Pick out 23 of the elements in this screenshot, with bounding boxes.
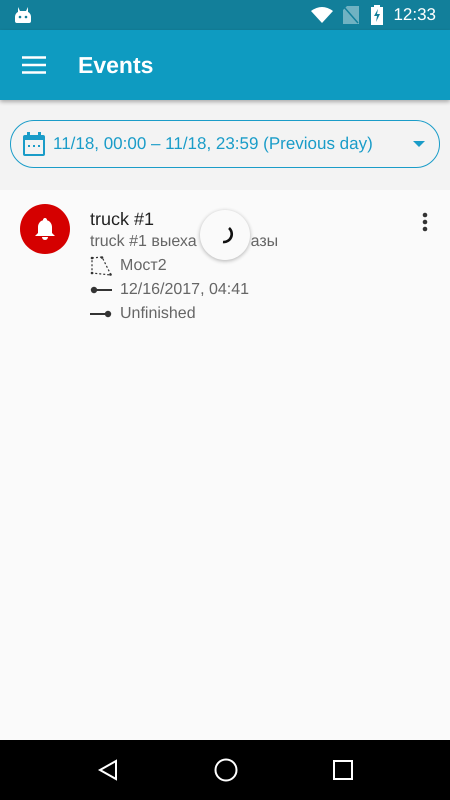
end-point-icon [90,310,112,318]
dropdown-caret-icon [413,141,425,147]
geofence-icon [90,256,112,276]
geofence-name: Мост2 [120,257,167,275]
recents-button[interactable] [332,760,353,780]
event-description: truck #1 выеха [90,233,197,251]
home-button[interactable] [214,758,238,782]
start-point-icon [90,286,112,294]
calendar-icon [23,132,45,156]
back-button[interactable] [97,759,120,781]
no-sim-icon [343,6,360,24]
start-time: 12/16/2017, 04:41 [120,281,250,299]
app-title: Events [78,52,154,78]
clock-time: 12:33 [393,5,436,25]
event-title: truck #1 [90,209,154,230]
end-time: Unfinished [120,305,196,323]
event-description: азы [250,233,278,251]
bell-icon [35,218,55,240]
more-vertical-icon [422,212,428,232]
date-range-dropdown[interactable]: 11/18, 00:00 – 11/18, 23:59 (Previous day) [10,120,440,168]
menu-button[interactable] [22,56,46,74]
wifi-icon [311,7,334,23]
battery-charging-icon [371,5,384,25]
